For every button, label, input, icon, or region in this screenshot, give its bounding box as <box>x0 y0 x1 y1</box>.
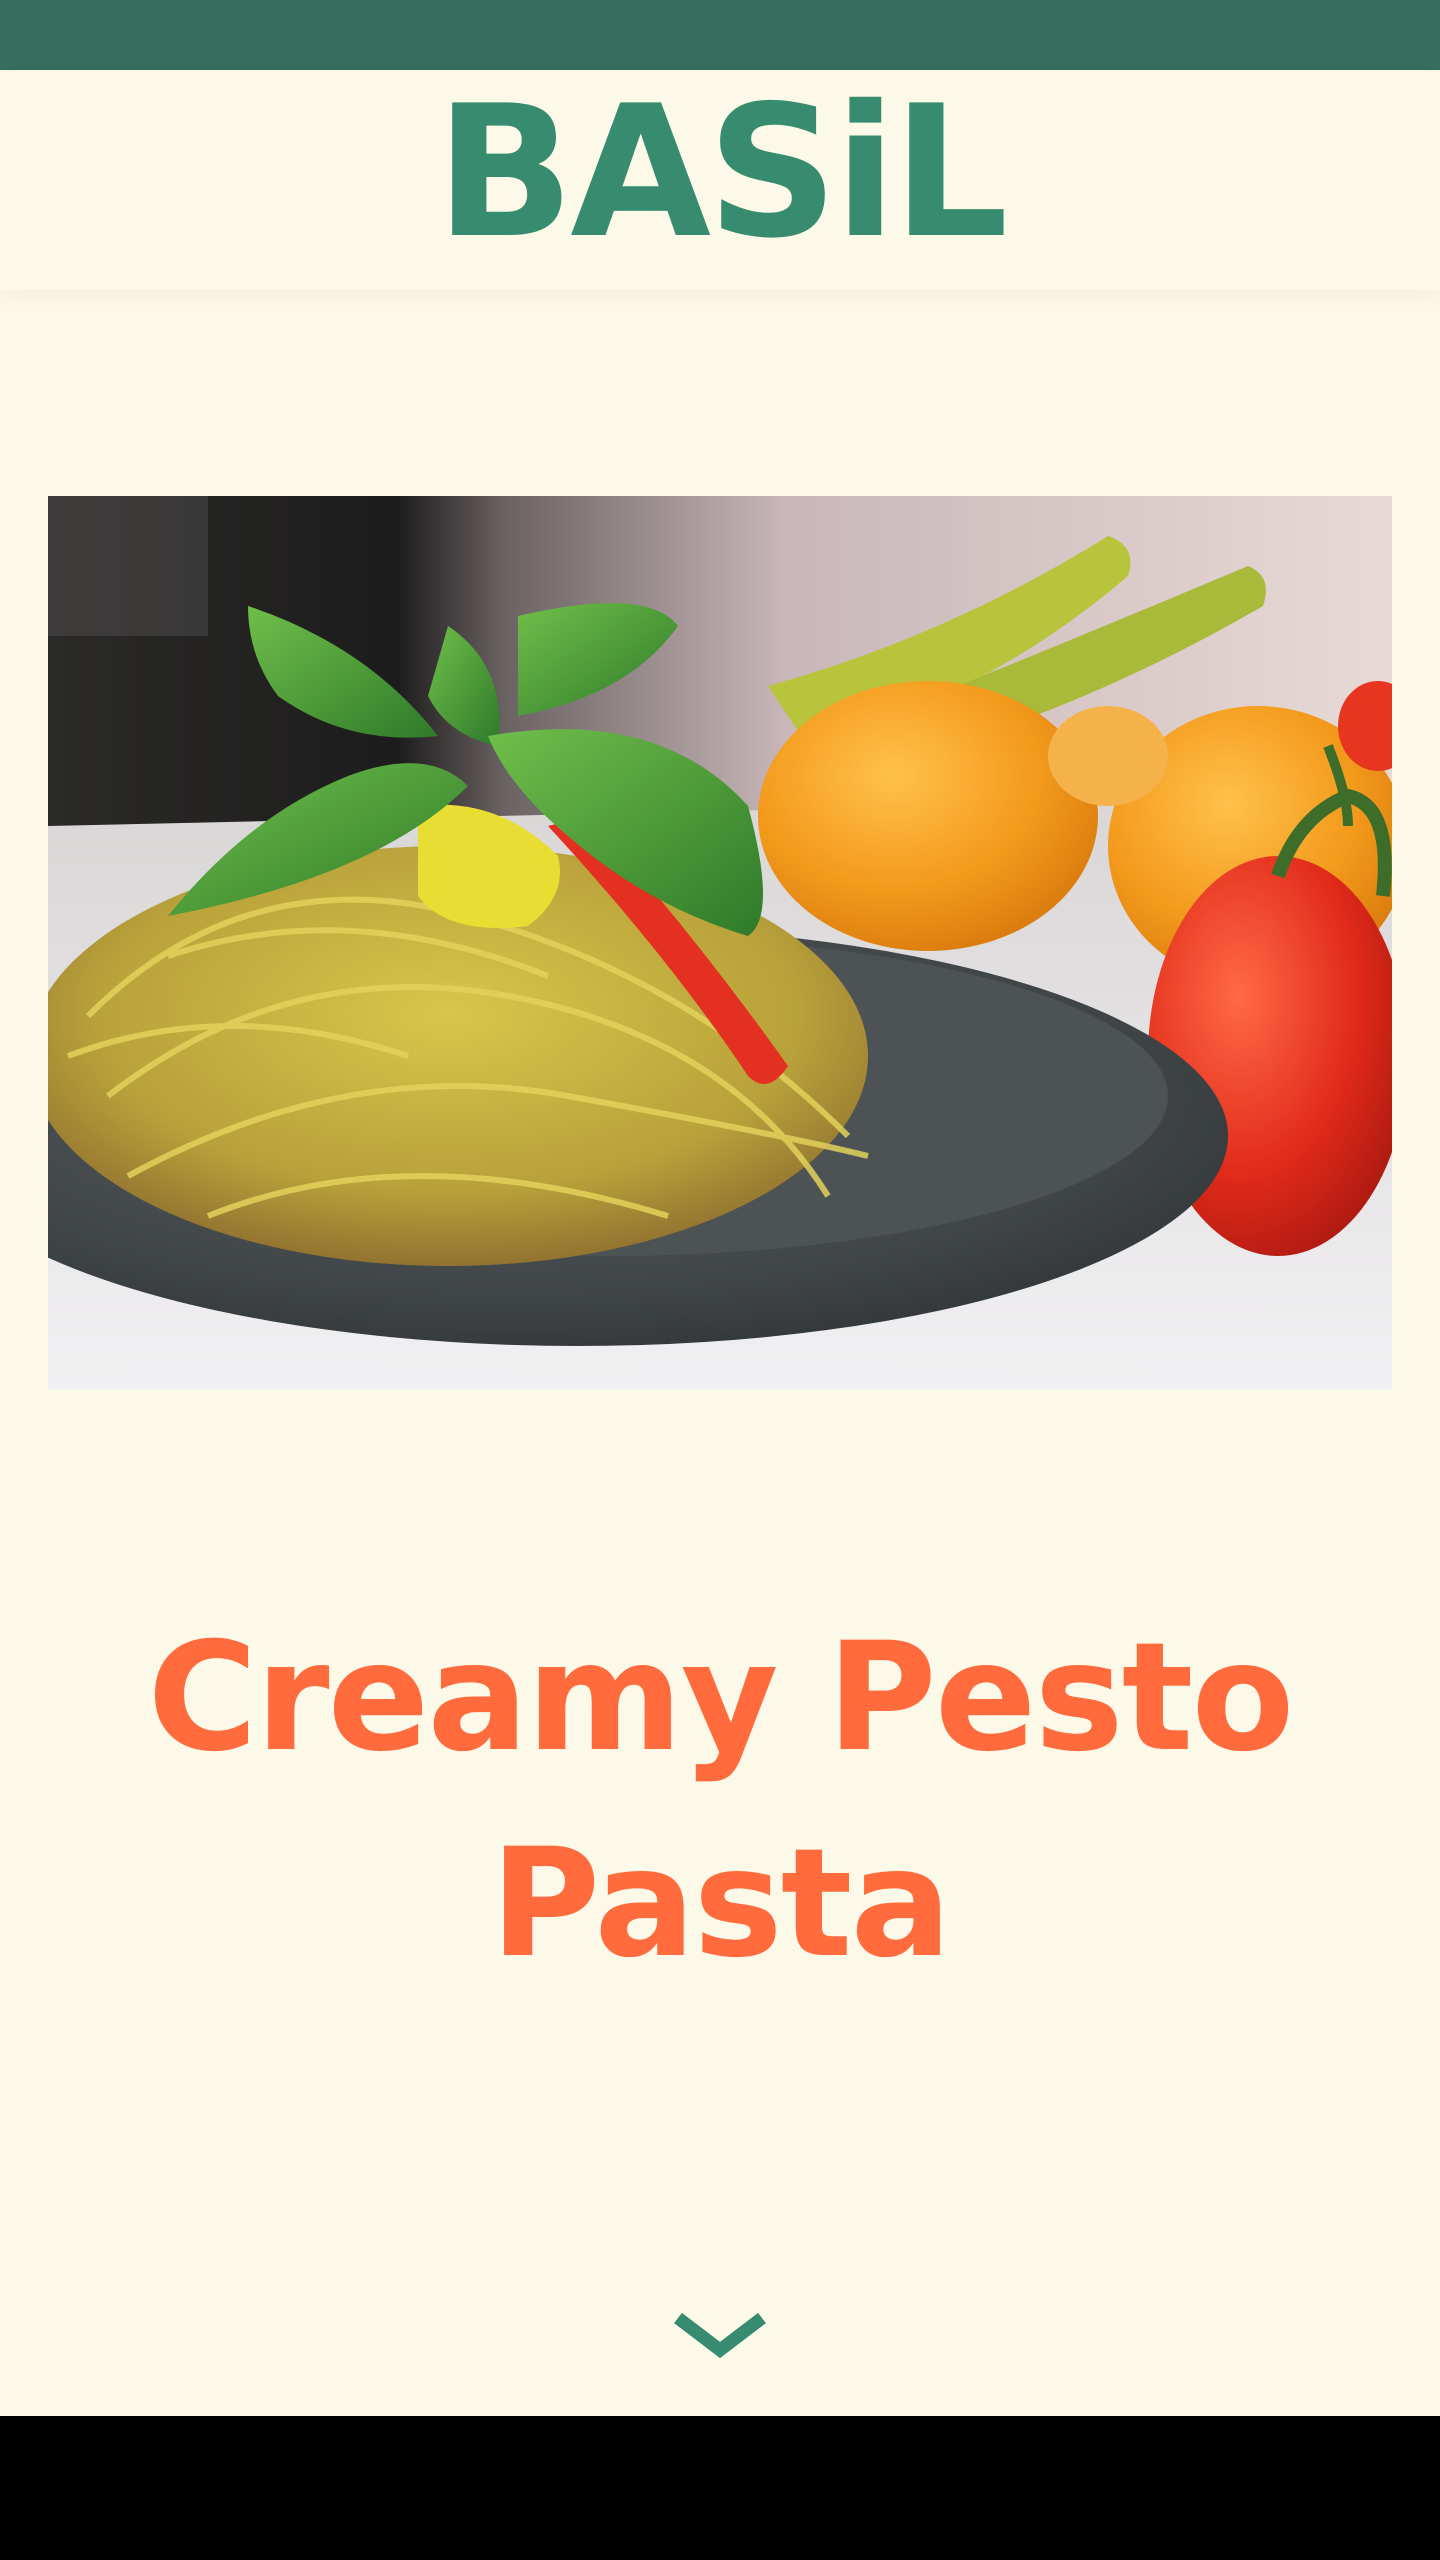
hero-image <box>48 496 1392 1390</box>
system-navigation-bar <box>0 2416 1440 2560</box>
chevron-down-icon <box>674 2312 766 2359</box>
status-bar <box>0 0 1440 70</box>
brand-logo[interactable]: BASiL <box>435 81 1008 263</box>
app-header: BASiL <box>0 70 1440 290</box>
recipe-title: Creamy Pesto Pasta <box>147 1611 1294 1991</box>
scroll-down-button[interactable] <box>664 2300 776 2372</box>
